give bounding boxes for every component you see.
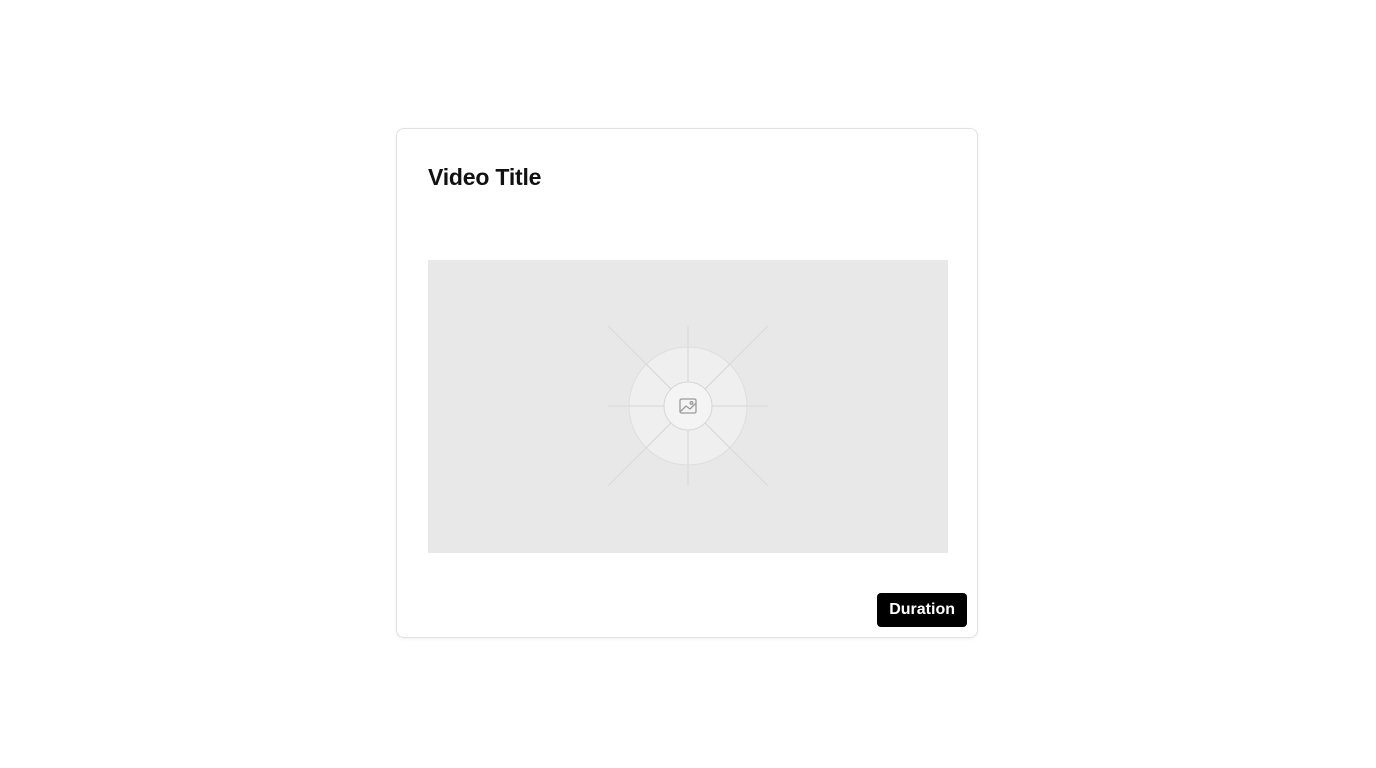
thumbnail-placeholder-graphic [607,325,769,487]
video-thumbnail[interactable] [428,260,948,553]
video-card[interactable]: Video Title Duration [396,128,978,638]
duration-badge: Duration [877,593,967,627]
video-title: Video Title [428,164,542,190]
